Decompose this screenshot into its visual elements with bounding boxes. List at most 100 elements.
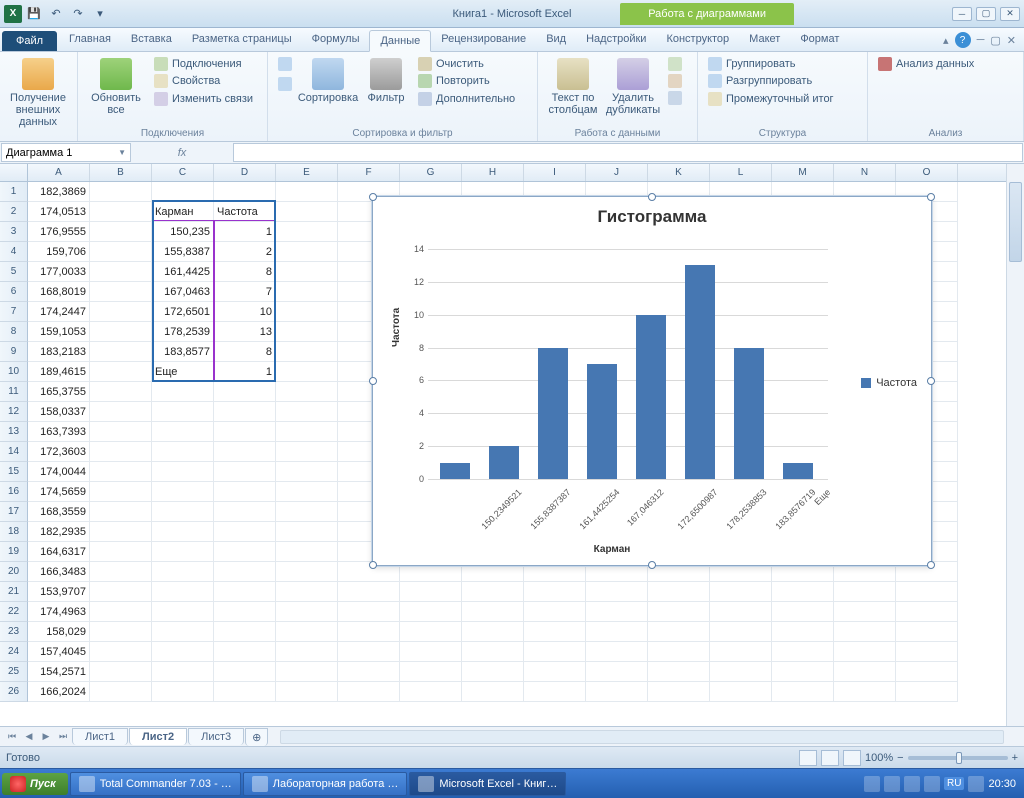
row-header[interactable]: 26 (0, 682, 28, 702)
next-sheet-button[interactable]: ▶ (38, 729, 54, 745)
first-sheet-button[interactable]: ⏮ (4, 729, 20, 745)
zoom-slider[interactable] (908, 756, 1008, 760)
cell[interactable] (276, 602, 338, 622)
cell[interactable] (338, 622, 400, 642)
cell[interactable] (338, 582, 400, 602)
sheet-tab[interactable]: Лист3 (188, 728, 244, 745)
properties-button[interactable]: Свойства (152, 73, 255, 89)
horizontal-scrollbar[interactable] (280, 730, 1004, 744)
cell[interactable] (834, 582, 896, 602)
qat-dropdown-icon[interactable]: ▾ (90, 4, 110, 24)
cell[interactable] (462, 622, 524, 642)
cell[interactable] (276, 482, 338, 502)
cell[interactable]: 1 (214, 362, 276, 382)
name-box-dropdown-icon[interactable]: ▼ (118, 148, 126, 157)
cell[interactable] (276, 222, 338, 242)
prev-sheet-button[interactable]: ◀ (21, 729, 37, 745)
cell[interactable] (896, 602, 958, 622)
filter-button[interactable]: Фильтр (362, 56, 410, 106)
cell[interactable]: 2 (214, 242, 276, 262)
cell[interactable] (834, 642, 896, 662)
cell[interactable] (90, 622, 152, 642)
cell[interactable] (152, 542, 214, 562)
cell[interactable] (276, 202, 338, 222)
cell[interactable]: 174,0044 (28, 462, 90, 482)
cell[interactable] (648, 682, 710, 702)
cell[interactable] (276, 282, 338, 302)
cell[interactable] (152, 442, 214, 462)
vertical-scrollbar[interactable] (1006, 164, 1024, 726)
clear-filter-button[interactable]: Очистить (416, 56, 517, 72)
cell[interactable] (276, 542, 338, 562)
cell[interactable] (462, 682, 524, 702)
refresh-all-button[interactable]: Обновить все (86, 56, 146, 118)
cell[interactable] (90, 342, 152, 362)
cell[interactable] (276, 562, 338, 582)
cell[interactable] (276, 402, 338, 422)
doc-close-icon[interactable]: ✕ (1007, 34, 1016, 47)
taskbar-clock[interactable]: 20:30 (988, 778, 1016, 790)
cell[interactable] (772, 642, 834, 662)
file-tab[interactable]: Файл (2, 31, 57, 51)
zoom-in-button[interactable]: + (1012, 752, 1018, 764)
cell[interactable]: 159,706 (28, 242, 90, 262)
cell[interactable] (152, 562, 214, 582)
col-header-F[interactable]: F (338, 164, 400, 181)
cell[interactable] (462, 642, 524, 662)
chart-legend[interactable]: Частота (861, 377, 917, 389)
cell[interactable] (90, 482, 152, 502)
row-header[interactable]: 8 (0, 322, 28, 342)
cell[interactable] (152, 662, 214, 682)
tab-макет[interactable]: Макет (739, 29, 790, 51)
cell[interactable] (896, 642, 958, 662)
cell[interactable] (90, 502, 152, 522)
row-header[interactable]: 5 (0, 262, 28, 282)
cell[interactable] (90, 322, 152, 342)
cell[interactable] (214, 542, 276, 562)
cell[interactable] (834, 682, 896, 702)
cell[interactable]: 13 (214, 322, 276, 342)
sheet-tab[interactable]: Лист1 (72, 728, 128, 745)
cell[interactable] (276, 342, 338, 362)
cell[interactable] (586, 582, 648, 602)
cell[interactable] (276, 262, 338, 282)
cell[interactable] (214, 582, 276, 602)
cell[interactable] (152, 182, 214, 202)
tab-формат[interactable]: Формат (790, 29, 849, 51)
cell[interactable]: 176,9555 (28, 222, 90, 242)
cell[interactable] (152, 622, 214, 642)
cell[interactable]: 166,3483 (28, 562, 90, 582)
cell[interactable] (524, 602, 586, 622)
cell[interactable]: 7 (214, 282, 276, 302)
cell[interactable]: Еще (152, 362, 214, 382)
cell[interactable] (152, 682, 214, 702)
cell[interactable]: 182,2935 (28, 522, 90, 542)
row-header[interactable]: 3 (0, 222, 28, 242)
volume-icon[interactable] (968, 776, 984, 792)
cell[interactable] (214, 502, 276, 522)
tray-icon[interactable] (864, 776, 880, 792)
page-layout-view-button[interactable] (821, 750, 839, 766)
row-header[interactable]: 23 (0, 622, 28, 642)
cell[interactable] (214, 522, 276, 542)
row-header[interactable]: 24 (0, 642, 28, 662)
cell[interactable]: Карман (152, 202, 214, 222)
col-header-L[interactable]: L (710, 164, 772, 181)
cell[interactable]: 168,8019 (28, 282, 90, 302)
col-header-G[interactable]: G (400, 164, 462, 181)
cell[interactable] (462, 662, 524, 682)
tray-icon[interactable] (904, 776, 920, 792)
cell[interactable]: 157,4045 (28, 642, 90, 662)
cell[interactable] (524, 582, 586, 602)
chart-bar[interactable] (489, 446, 519, 479)
tab-вставка[interactable]: Вставка (121, 29, 182, 51)
cell[interactable] (90, 182, 152, 202)
col-header-O[interactable]: O (896, 164, 958, 181)
row-header[interactable]: 12 (0, 402, 28, 422)
edit-links-button[interactable]: Изменить связи (152, 91, 255, 107)
cell[interactable]: 178,2539 (152, 322, 214, 342)
cell[interactable] (462, 582, 524, 602)
cell[interactable]: 174,0513 (28, 202, 90, 222)
chart-bar[interactable] (685, 265, 715, 479)
advanced-filter-button[interactable]: Дополнительно (416, 91, 517, 107)
